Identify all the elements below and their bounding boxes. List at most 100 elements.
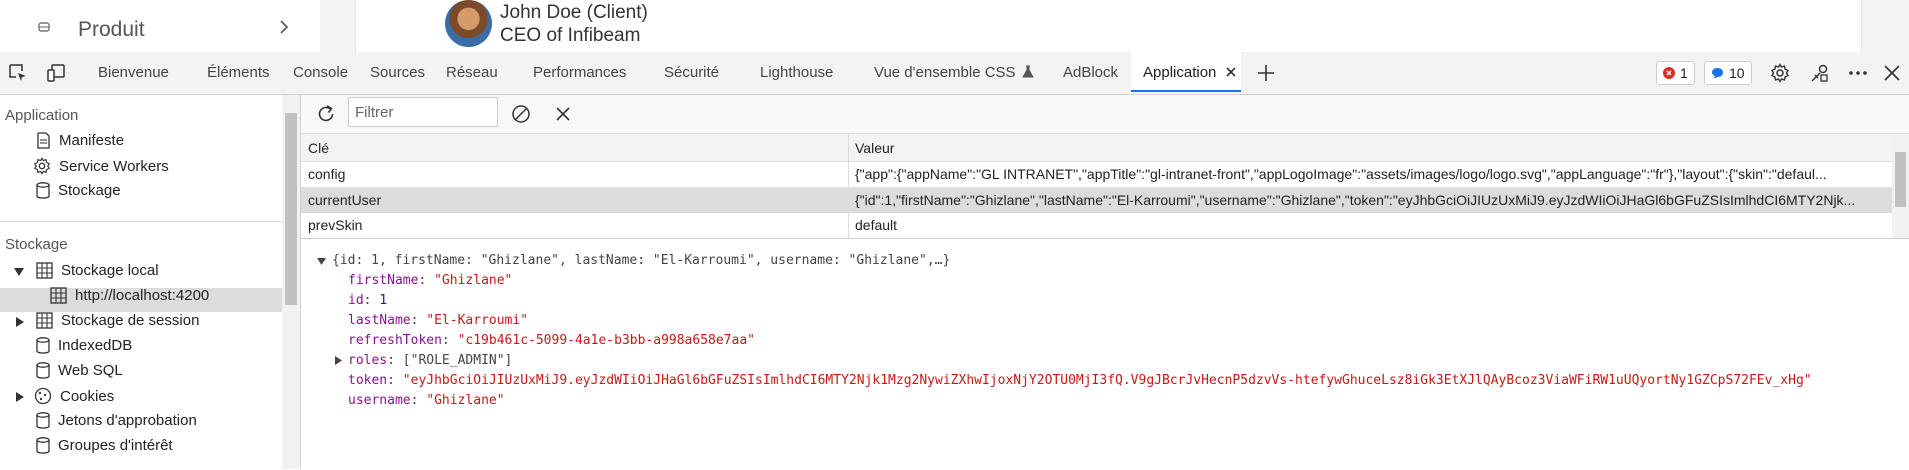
json-line[interactable]: roles: ["ROLE_ADMIN"]: [348, 353, 512, 368]
tab-sources[interactable]: Sources: [370, 52, 425, 94]
expand-right-icon[interactable]: [16, 317, 24, 327]
tab-css-overview[interactable]: Vue d'ensemble CSS: [874, 52, 1034, 94]
sidebar-item-stockage-session[interactable]: Stockage de session: [36, 312, 199, 329]
tab-securite[interactable]: Sécurité: [664, 52, 719, 94]
storage-table: Clé Valeur config {"app":{"appName":"GL …: [301, 134, 1892, 238]
storage-toolbar: [301, 95, 1909, 134]
device-emulation-icon[interactable]: [44, 62, 68, 84]
sidebar-item-stockage[interactable]: Stockage: [36, 182, 121, 199]
sidebar-item-label: Stockage local: [61, 262, 159, 279]
box-icon: [38, 22, 50, 32]
sidebar-item-jetons[interactable]: Jetons d'approbation: [36, 412, 197, 429]
inspect-element-icon[interactable]: [6, 62, 30, 84]
table-row[interactable]: config {"app":{"appName":"GL INTRANET","…: [301, 162, 1892, 188]
section-stockage: Stockage: [5, 236, 68, 253]
json-preview: {id: 1, firstName: "Ghizlane", lastName:…: [301, 238, 1909, 470]
tab-css-overview-label: Vue d'ensemble CSS: [874, 64, 1016, 81]
json-line: token: "eyJhbGciOiJIUzUxMiJ9.eyJzdWIiOiJ…: [348, 373, 1812, 388]
expand-right-icon[interactable]: [335, 356, 342, 365]
sidebar-item-stockage-local[interactable]: Stockage local: [36, 262, 159, 279]
json-line: firstName: "Ghizlane": [348, 273, 513, 288]
delete-selected-icon[interactable]: [551, 102, 575, 126]
cookie-icon: [34, 387, 52, 405]
gear-icon: [33, 157, 51, 175]
json-key: lastName: [348, 313, 411, 328]
settings-gear-icon[interactable]: [1768, 62, 1792, 84]
database-icon: [36, 437, 50, 454]
sidebar-item-manifeste[interactable]: Manifeste: [36, 132, 124, 149]
filter-input[interactable]: [348, 97, 498, 127]
sidebar-item-indexeddb[interactable]: IndexedDB: [36, 337, 132, 354]
sidebar-item-localhost[interactable]: http://localhost:4200: [50, 287, 209, 304]
client-name: John Doe (Client): [500, 2, 648, 23]
tab-adblock[interactable]: AdBlock: [1063, 52, 1118, 94]
database-icon: [36, 337, 50, 354]
column-divider[interactable]: [848, 134, 849, 238]
message-count-badge[interactable]: 10: [1704, 61, 1752, 85]
clear-all-icon[interactable]: [509, 102, 533, 126]
document-icon: [37, 132, 50, 149]
connect-device-icon[interactable]: [1808, 62, 1832, 84]
refresh-icon[interactable]: [314, 102, 338, 126]
sidebar-item-cookies[interactable]: Cookies: [34, 387, 114, 405]
client-role: CEO of Infibeam: [500, 25, 641, 46]
tab-lighthouse[interactable]: Lighthouse: [760, 52, 833, 94]
table-row[interactable]: prevSkin default: [301, 213, 1892, 238]
error-count-badge[interactable]: 1: [1656, 61, 1695, 85]
database-icon: [36, 362, 50, 379]
json-line: username: "Ghizlane": [348, 393, 505, 408]
json-line: refreshToken: "c19b461c-5099-4a1e-b3bb-a…: [348, 333, 755, 348]
close-devtools-icon[interactable]: [1880, 62, 1904, 84]
tab-elements[interactable]: Éléments: [207, 52, 270, 94]
json-value: "c19b461c-5099-4a1e-b3bb-a998a658e7aa": [457, 333, 755, 348]
json-key: username: [348, 393, 411, 408]
sidebar-item-service-workers[interactable]: Service Workers: [33, 157, 169, 175]
chevron-right-icon[interactable]: [278, 20, 290, 34]
sidebar-scrollbar-thumb[interactable]: [285, 113, 297, 305]
collapse-icon[interactable]: [317, 258, 326, 265]
sidebar-item-label: Web SQL: [58, 362, 123, 379]
close-icon[interactable]: [1226, 67, 1236, 77]
row-key: prevSkin: [308, 217, 363, 233]
table-grid-icon: [50, 287, 67, 304]
application-sidebar: Application Manifeste Service Workers St…: [0, 95, 283, 469]
tab-application[interactable]: Application: [1131, 52, 1241, 92]
json-key: roles: [348, 353, 388, 368]
json-summary[interactable]: {id: 1, firstName: "Ghizlane", lastName:…: [332, 253, 950, 268]
more-options-icon[interactable]: [1846, 62, 1870, 84]
devtools-tab-bar: Bienvenue Éléments Console Sources Résea…: [0, 52, 1909, 95]
sidebar-item-groupes[interactable]: Groupes d'intérêt: [36, 437, 173, 454]
json-value: "Ghizlane": [434, 273, 513, 288]
tab-reseau[interactable]: Réseau: [446, 52, 498, 94]
column-header-value[interactable]: Valeur: [848, 134, 1892, 162]
json-value: 1: [379, 293, 388, 308]
json-value: ["ROLE_ADMIN"]: [402, 353, 513, 368]
tab-console[interactable]: Console: [293, 52, 348, 94]
column-header-key[interactable]: Clé: [301, 134, 848, 162]
sidebar-item-label: Manifeste: [59, 132, 125, 149]
database-icon: [36, 412, 50, 429]
table-scrollbar-thumb[interactable]: [1895, 152, 1906, 207]
row-key: config: [308, 166, 346, 182]
row-value: {"app":{"appName":"GL INTRANET","appTitl…: [855, 166, 1827, 182]
tab-bienvenue[interactable]: Bienvenue: [98, 52, 169, 94]
error-count: 1: [1680, 65, 1688, 81]
add-tab-icon[interactable]: [1255, 62, 1277, 84]
sidebar-item-label: http://localhost:4200: [75, 287, 210, 304]
sidebar-item-label: Cookies: [60, 387, 115, 405]
section-application: Application: [5, 107, 79, 124]
table-row-selected[interactable]: currentUser {"id":1,"firstName":"Ghizlan…: [301, 188, 1892, 213]
sidebar-item-websql[interactable]: Web SQL: [36, 362, 123, 379]
json-value: "El-Karroumi": [426, 313, 529, 328]
message-count: 10: [1729, 65, 1745, 81]
expand-right-icon[interactable]: [16, 392, 24, 402]
expand-down-icon[interactable]: [14, 268, 24, 276]
tab-performances[interactable]: Performances: [533, 52, 626, 94]
sidebar-item-label: Groupes d'intérêt: [58, 437, 173, 454]
row-value: {"id":1,"firstName":"Ghizlane","lastName…: [855, 192, 1856, 208]
json-key: id: [348, 293, 364, 308]
sidebar-item-produit[interactable]: Produit: [78, 18, 145, 42]
divider: [0, 221, 282, 222]
json-line: lastName: "El-Karroumi": [348, 313, 529, 328]
sidebar-item-label: IndexedDB: [58, 337, 133, 354]
